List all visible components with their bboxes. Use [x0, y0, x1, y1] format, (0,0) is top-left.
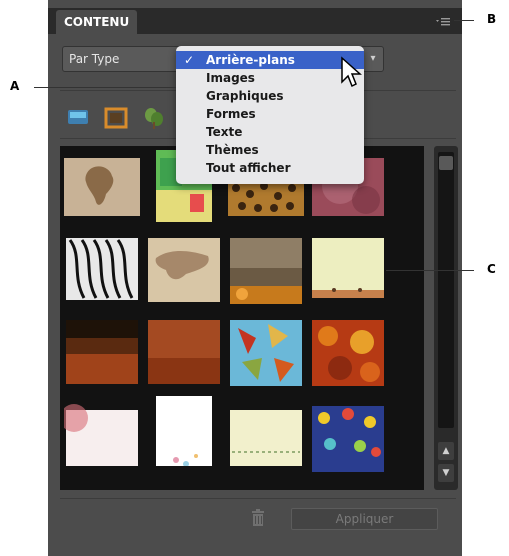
thumbnail[interactable]: [146, 318, 222, 390]
thumbnail[interactable]: [310, 236, 386, 308]
menu-item-arriere-plans[interactable]: ✓ Arrière-plans: [176, 51, 364, 69]
menu-item-label: Arrière-plans: [206, 53, 295, 67]
flyout-menu-icon[interactable]: [432, 14, 454, 30]
callout-line-b: [454, 20, 474, 21]
thumbnail[interactable]: [228, 236, 304, 308]
menu-item-label: Tout afficher: [206, 161, 291, 175]
thumbnail[interactable]: [64, 236, 140, 308]
callout-label-c: C: [487, 262, 496, 276]
scroll-track[interactable]: [438, 152, 454, 428]
thumbnail[interactable]: [146, 394, 222, 466]
type-dropdown-menu[interactable]: ✓ Arrière-plans Images Graphiques Formes…: [176, 46, 364, 184]
callout-label-a: A: [10, 79, 20, 93]
thumbnail[interactable]: [64, 318, 140, 390]
thumbnail[interactable]: [228, 318, 304, 390]
menu-item-label: Images: [206, 71, 255, 85]
menu-item-themes[interactable]: Thèmes: [176, 141, 364, 159]
mouse-cursor-icon: [340, 56, 362, 90]
menu-item-formes[interactable]: Formes: [176, 105, 364, 123]
graphics-icon[interactable]: [142, 105, 166, 131]
filter-value: Par Type: [69, 52, 120, 66]
backgrounds-icon[interactable]: [66, 105, 90, 131]
callout-line-c: [386, 270, 474, 271]
tab-contenu[interactable]: CONTENU: [56, 10, 138, 34]
scroll-up-button[interactable]: ▲: [438, 442, 454, 460]
menu-item-graphiques[interactable]: Graphiques: [176, 87, 364, 105]
scrollbar[interactable]: ▲ ▼: [434, 146, 458, 490]
scroll-down-button[interactable]: ▼: [438, 464, 454, 482]
thumbnail[interactable]: [64, 404, 140, 476]
frames-icon[interactable]: [104, 105, 128, 131]
menu-item-tout-afficher[interactable]: Tout afficher: [176, 159, 364, 177]
thumbnail[interactable]: [64, 150, 140, 222]
thumbnail[interactable]: [310, 404, 386, 476]
menu-item-label: Formes: [206, 107, 256, 121]
callout-label-b: B: [487, 12, 497, 26]
menu-item-images[interactable]: Images: [176, 69, 364, 87]
chevron-down-icon[interactable]: ▾: [362, 47, 383, 71]
thumbnail[interactable]: [310, 318, 386, 390]
menu-item-texte[interactable]: Texte: [176, 123, 364, 141]
scroll-thumb[interactable]: [439, 156, 453, 170]
menu-item-label: Thèmes: [206, 143, 259, 157]
callout-line-a: [34, 87, 176, 88]
trash-icon[interactable]: [248, 508, 268, 528]
menu-item-label: Texte: [206, 125, 243, 139]
menu-item-label: Graphiques: [206, 89, 284, 103]
checkmark-icon: ✓: [184, 53, 195, 67]
divider: [60, 498, 456, 499]
thumbnail[interactable]: [228, 404, 304, 476]
thumbnail[interactable]: [146, 236, 222, 308]
apply-button[interactable]: Appliquer: [291, 508, 438, 530]
thumbnail-grid: [60, 146, 424, 490]
